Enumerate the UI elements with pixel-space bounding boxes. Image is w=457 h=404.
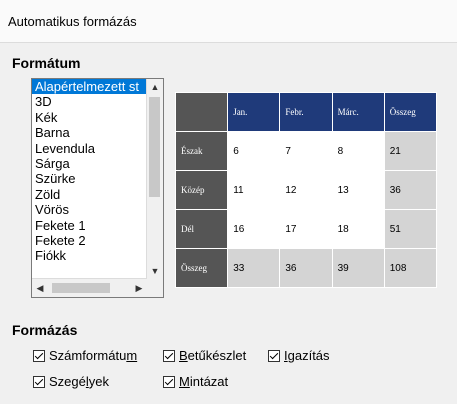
format-list-item[interactable]: Vörös [32,202,163,217]
format-list: Alapértelmezett st 3D Kék Barna Levendula Sár… [32,79,163,264]
preview-cell: 18 [331,209,385,249]
format-list-item[interactable]: 3D [32,94,163,109]
number-format-checkbox[interactable]: Számformátum [33,348,137,363]
format-list-item[interactable]: Fekete 1 [32,218,163,233]
preview-cell: 7 [279,131,333,171]
pattern-label: Mintázat [179,374,229,389]
preview-cell: 16 [227,209,281,249]
format-list-item[interactable]: Zöld [32,187,163,202]
preview-col-header: Márc. [331,92,385,132]
scroll-right-icon[interactable]: ▶ [131,280,147,296]
preview-total-cell: 51 [383,209,438,249]
alignment-checkbox[interactable]: Igazítás [268,348,330,363]
scroll-down-icon[interactable]: ▼ [147,263,163,279]
scroll-up-icon[interactable]: ▲ [147,79,163,95]
preview-cell: 12 [279,170,333,210]
format-section-label: Formátum [12,55,81,71]
preview-col-header: Febr. [279,92,333,132]
font-checkbox[interactable]: Betűkészlet [163,348,246,363]
title-bar: Automatikus formázás [0,0,457,43]
format-list-item[interactable]: Alapértelmezett st [32,79,163,95]
checkbox-checked-icon[interactable] [163,375,175,388]
format-list-item[interactable]: Fiókk [32,248,163,263]
format-list-item[interactable]: Sárga [32,156,163,171]
checkbox-checked-icon[interactable] [33,349,45,362]
checkbox-checked-icon[interactable] [268,349,280,362]
borders-label: Szegélyek [49,374,109,389]
scroll-left-icon[interactable]: ◀ [32,280,48,296]
format-list-item[interactable]: Barna [32,125,163,140]
preview-total-cell: 108 [383,248,438,288]
format-list-item[interactable]: Kék [32,110,163,125]
checkbox-checked-icon[interactable] [163,349,175,362]
horizontal-scrollbar[interactable]: ◀ ▶ [32,278,147,297]
preview-total-cell: 33 [227,248,281,288]
preview-cell: 11 [227,170,281,210]
format-list-item[interactable]: Szürke [32,171,163,186]
preview-row-header: Dél [174,209,229,249]
alignment-label: Igazítás [284,348,330,363]
window-title: Automatikus formázás [8,14,137,29]
preview-cell: 6 [227,131,281,171]
format-list-item[interactable]: Fekete 2 [32,233,163,248]
preview-corner-cell [174,92,229,132]
preview-row-header: Összeg [174,248,229,288]
format-preview-table: Jan. Febr. Márc. Összeg Észak 6 7 8 21 K… [174,92,438,288]
preview-total-cell: 36 [383,170,438,210]
preview-total-cell: 21 [383,131,438,171]
preview-row-header: Észak [174,131,229,171]
formatting-section-label: Formázás [12,322,78,338]
pattern-checkbox[interactable]: Mintázat [163,374,228,389]
hscroll-thumb[interactable] [52,283,110,293]
preview-row-header: Közép [174,170,229,210]
number-format-label: Számformátum [49,348,138,363]
checkbox-checked-icon[interactable] [33,375,45,388]
scroll-corner [147,279,163,297]
preview-total-cell: 36 [279,248,333,288]
preview-cell: 13 [331,170,385,210]
preview-cell: 8 [331,131,385,171]
preview-total-cell: 39 [331,248,385,288]
borders-checkbox[interactable]: Szegélyek [33,374,109,389]
format-list-item[interactable]: Levendula [32,141,163,156]
preview-col-header: Összeg [383,92,438,132]
preview-cell: 17 [279,209,333,249]
vertical-scrollbar[interactable]: ▲ ▼ [146,79,163,279]
scroll-thumb[interactable] [149,97,160,197]
preview-col-header: Jan. [227,92,281,132]
format-listbox[interactable]: Alapértelmezett st 3D Kék Barna Levendula Sár… [31,78,164,298]
font-label: Betűkészlet [179,348,247,363]
